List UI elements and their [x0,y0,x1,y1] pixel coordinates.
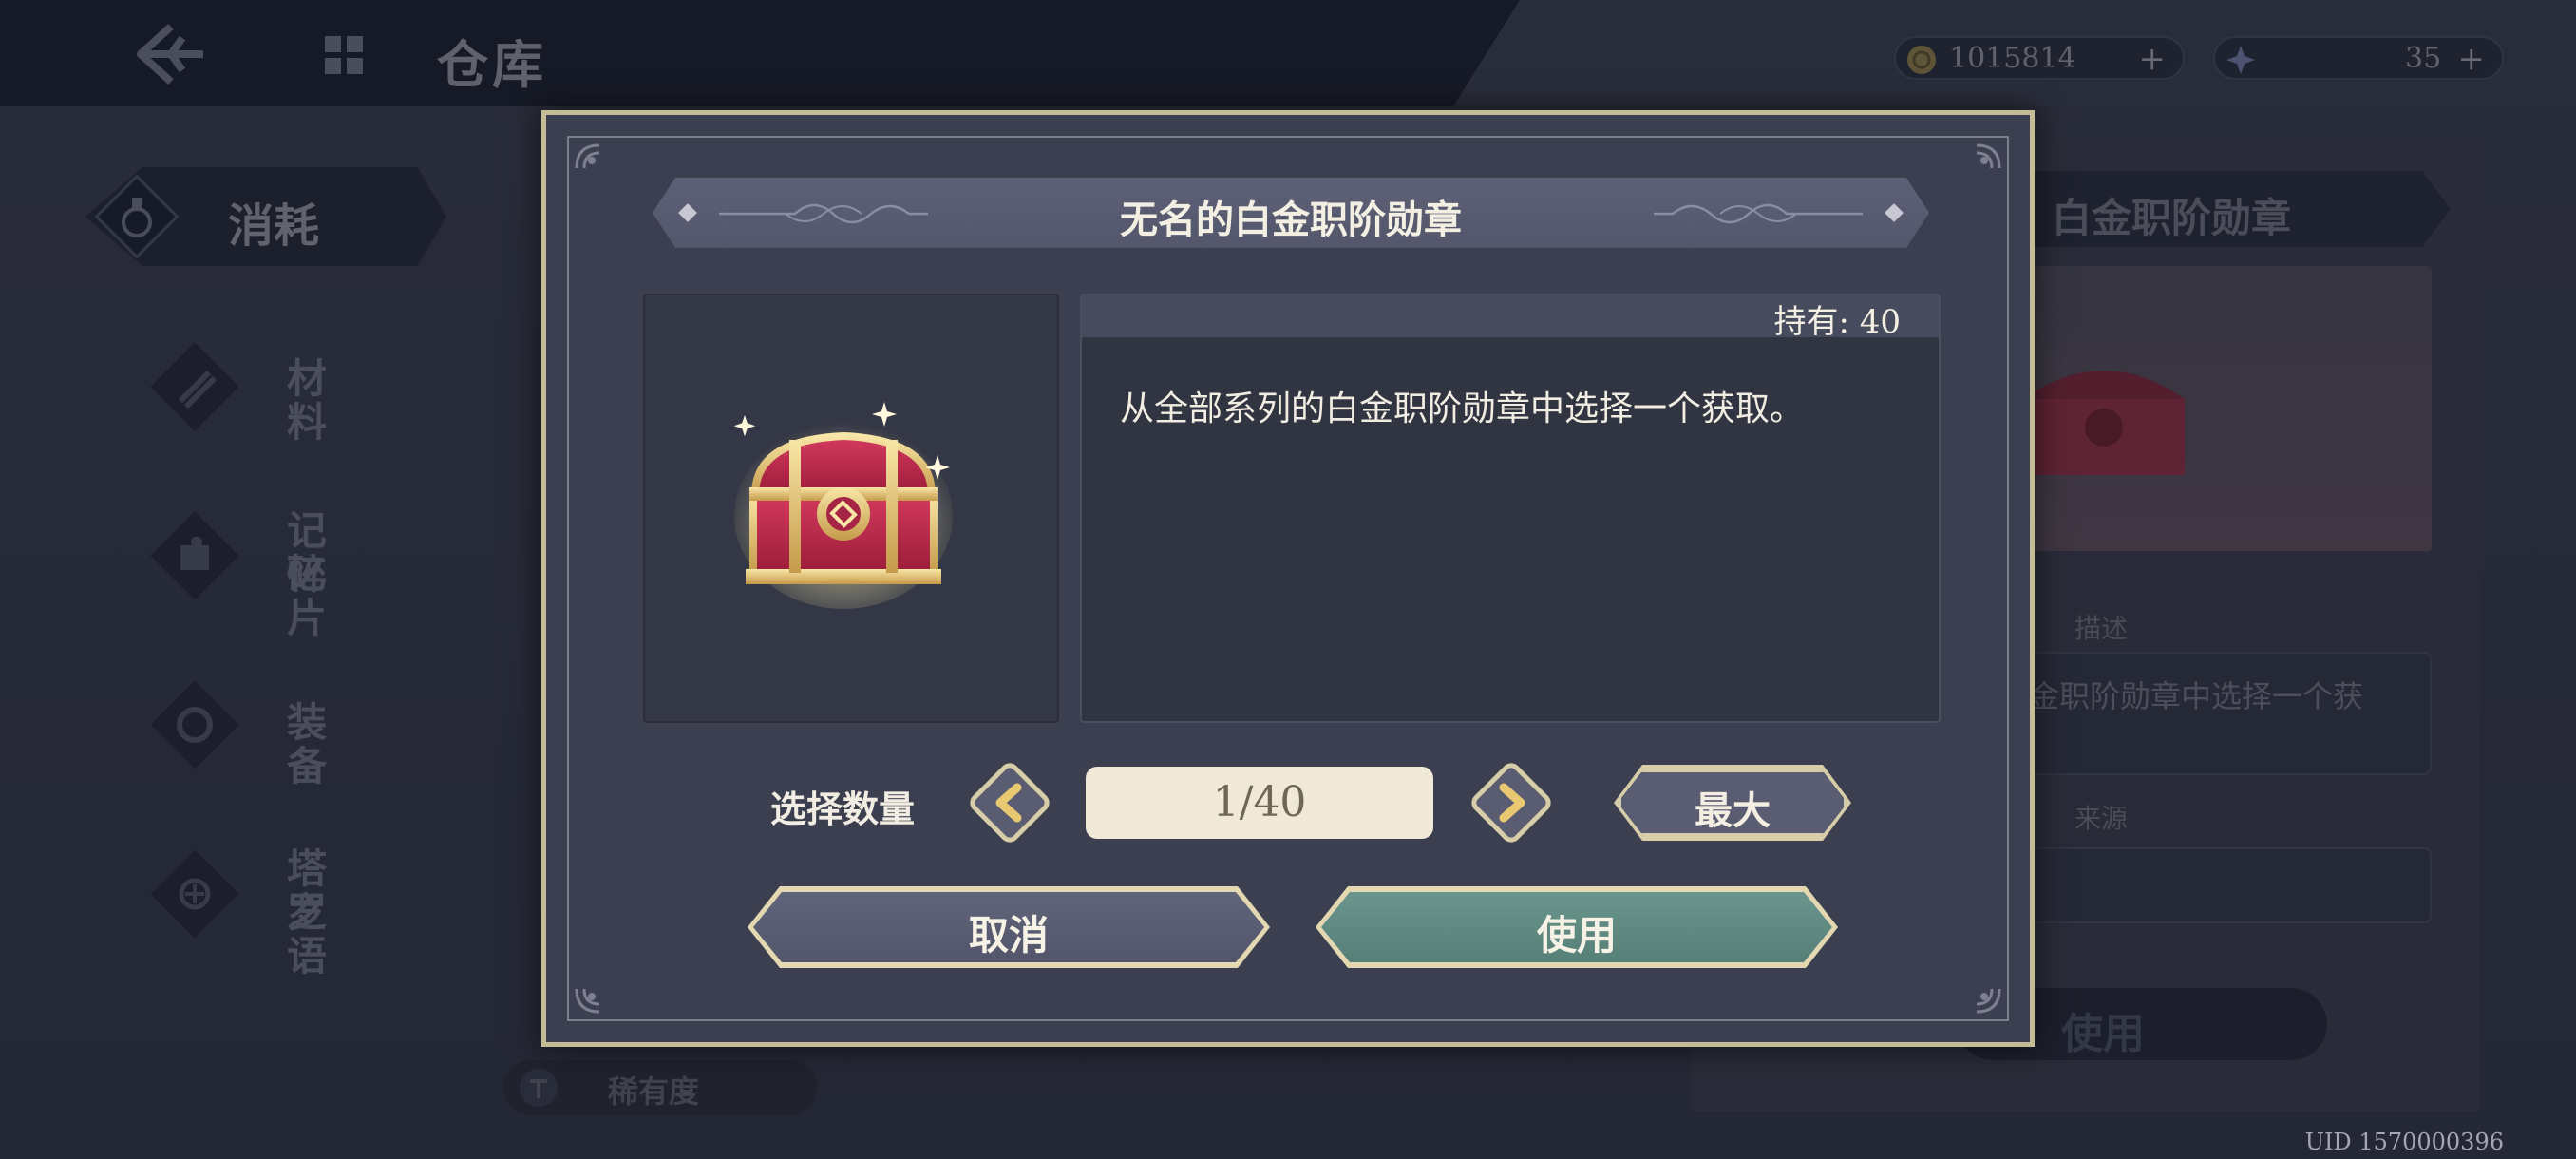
quantity-value: 1/40 [1212,778,1307,826]
use-button-label: 使用 [1536,912,1617,959]
item-description-panel: 持有: 40 从全部系列的白金职阶勋章中选择一个获取。 [1080,294,1941,723]
cancel-button[interactable]: 取消 [748,886,1270,968]
quantity-label: 选择数量 [770,788,916,830]
cancel-button-face: 取消 [753,892,1264,962]
use-item-dialog: 无名的白金职阶勋章 持有: 40 从全部系列的白金职阶勋章中选择一个获取。 选择… [541,110,2035,1047]
use-button[interactable]: 使用 [1316,886,1838,968]
use-button-face: 使用 [1321,892,1832,962]
increase-quantity-button[interactable] [1464,755,1559,850]
holding-count: 持有: 40 [1773,303,1901,341]
item-description: 从全部系列的白金职阶勋章中选择一个获取。 [1120,390,1805,428]
corner-ornament-icon [1976,143,2001,169]
item-image-panel [643,294,1059,723]
treasure-chest-icon [733,402,953,609]
decrease-quantity-button[interactable] [962,755,1057,850]
corner-ornament-icon [1976,988,2001,1014]
dialog-title-banner: 无名的白金职阶勋章 [653,178,1929,248]
uid-text: UID 1570000396 [2304,1129,2504,1155]
corner-ornament-icon [575,988,600,1014]
quantity-field[interactable]: 1/40 [1086,767,1433,839]
scroll-ornament-icon [1654,195,1863,233]
holding-bar: 持有: 40 [1082,295,1939,341]
corner-ornament-icon [575,143,600,169]
max-button[interactable]: 最大 [1618,769,1847,837]
max-button-label: 最大 [1695,788,1771,833]
cancel-button-label: 取消 [968,912,1049,959]
